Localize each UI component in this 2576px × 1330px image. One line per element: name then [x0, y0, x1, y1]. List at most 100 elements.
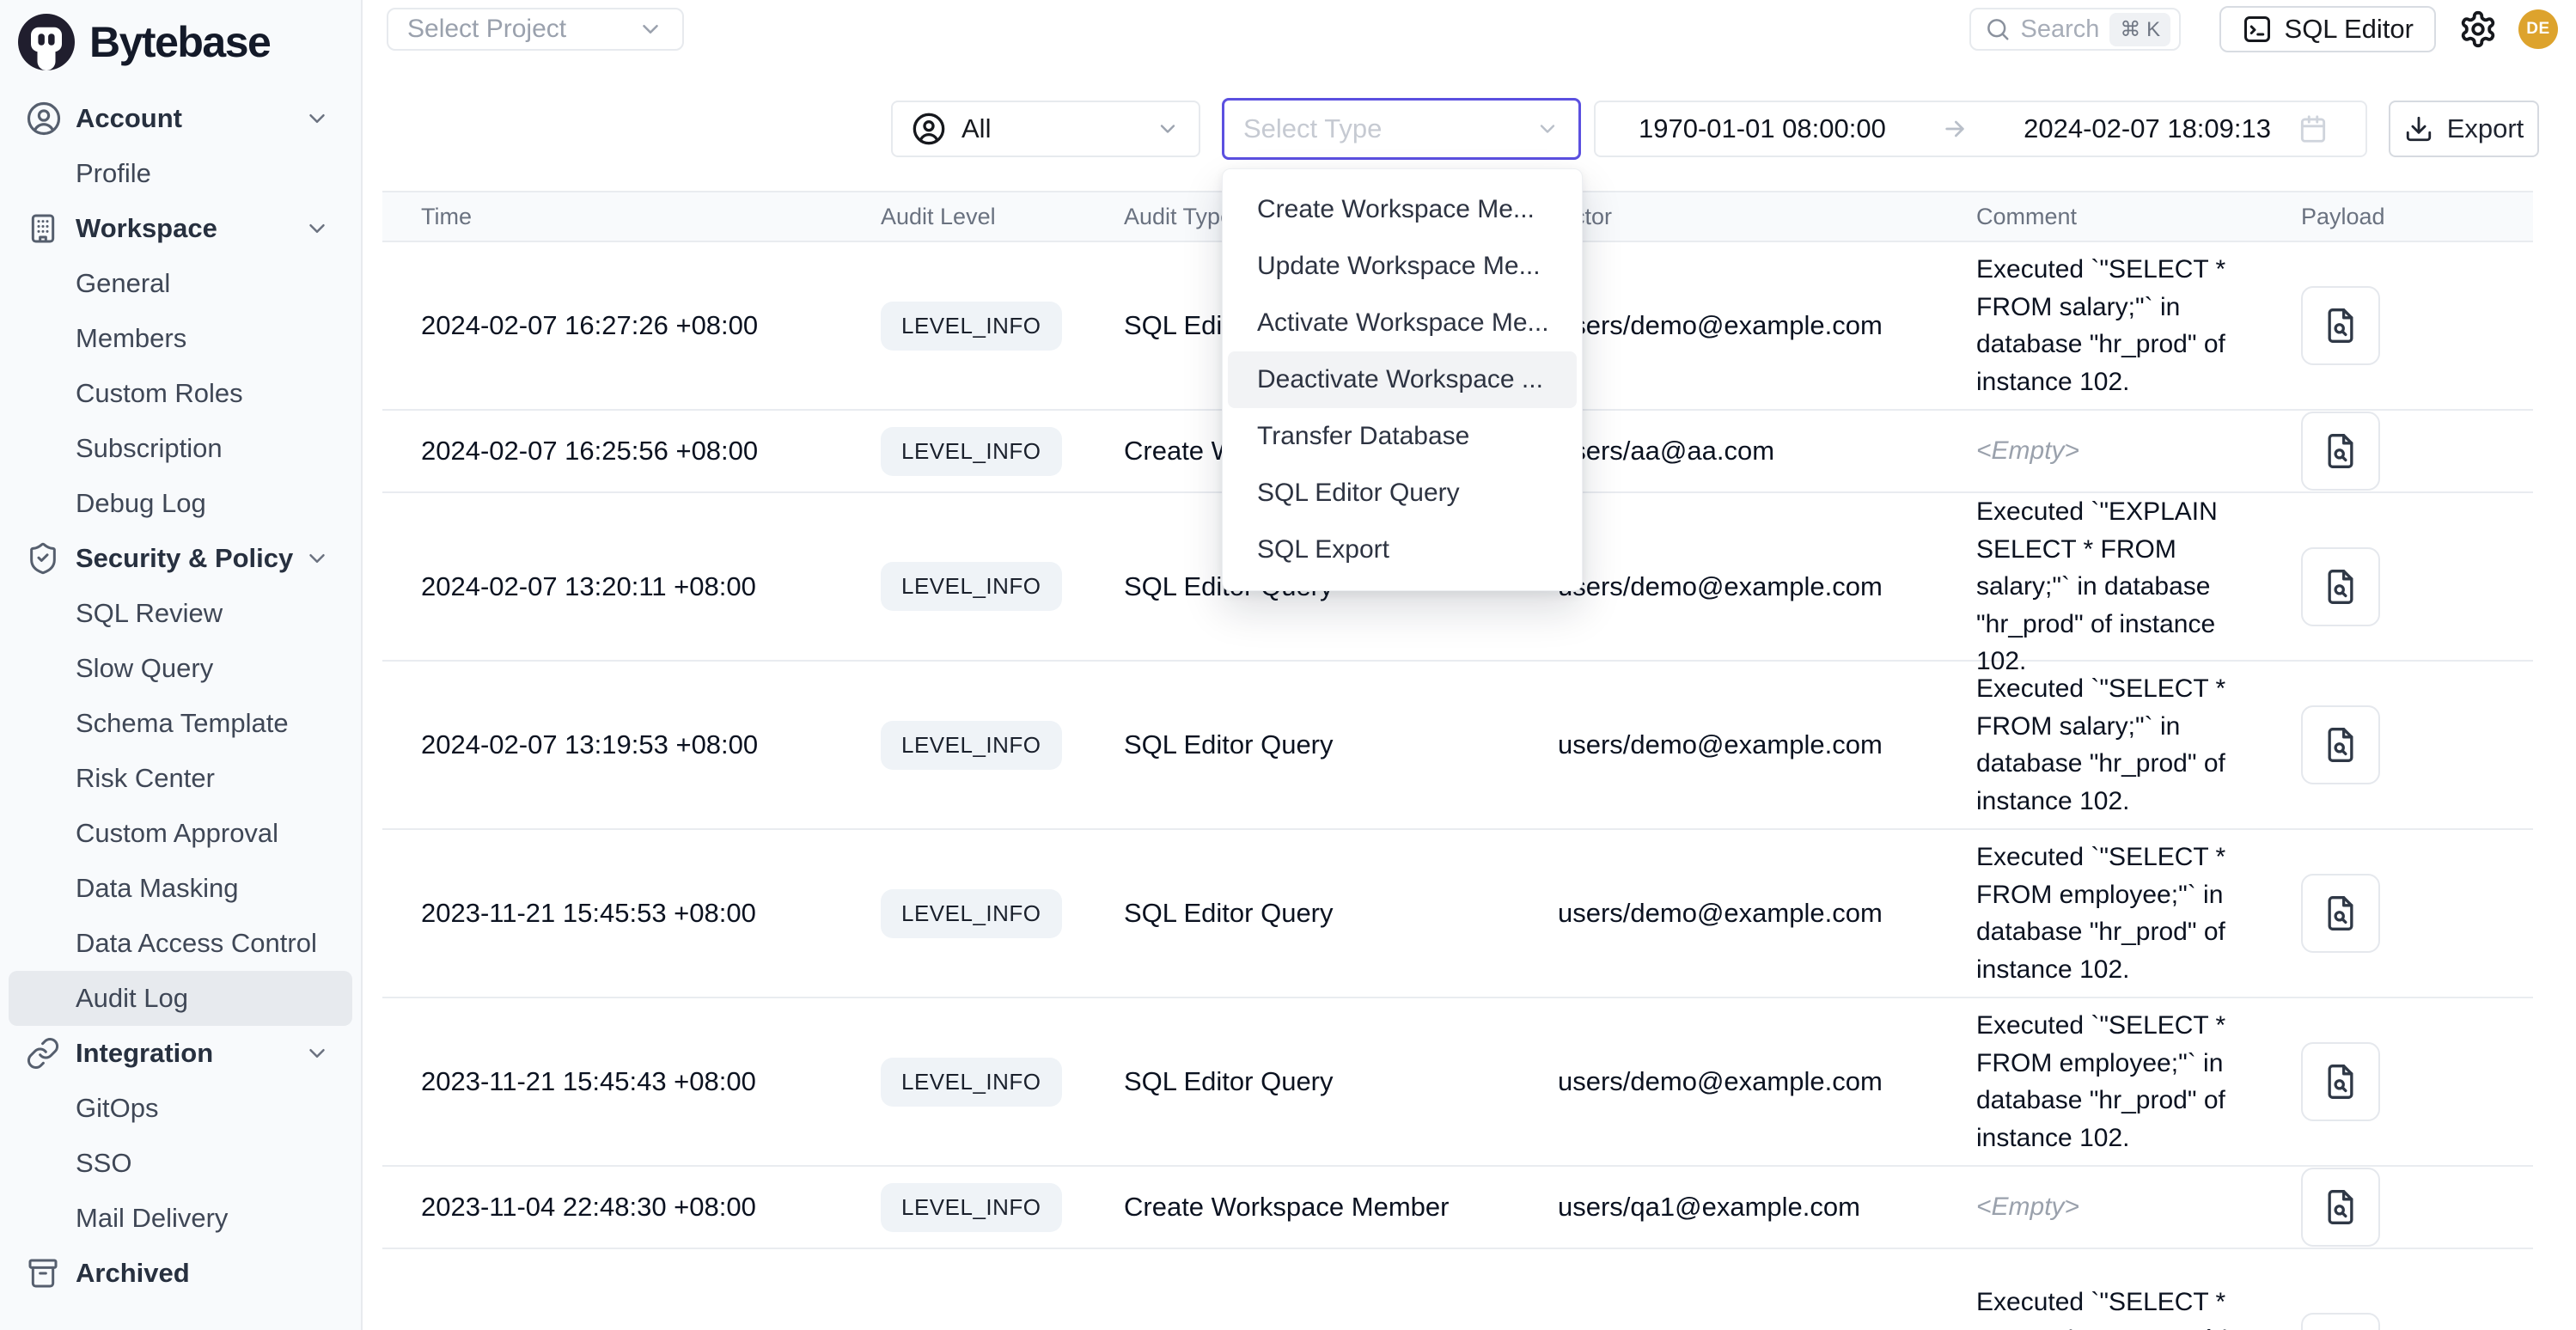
export-button[interactable]: Export: [2389, 101, 2539, 157]
menu-item-deactivate-workspace-member[interactable]: Deactivate Workspace ...: [1228, 351, 1577, 408]
sidebar-item-integration[interactable]: Integration: [9, 1026, 352, 1081]
user-circle-icon: [26, 101, 62, 137]
sidebar-item-security-policy[interactable]: Security & Policy: [9, 531, 352, 586]
actor-filter-select[interactable]: All: [891, 101, 1200, 157]
payload-view-button[interactable]: [2301, 1042, 2380, 1121]
cell-time: 2024-02-07 16:25:56 +08:00: [382, 436, 881, 467]
cell-actor: users/demo@example.com: [1538, 898, 1963, 929]
cell-actor: users/demo@example.com: [1538, 729, 1963, 760]
sidebar-item-mail-delivery[interactable]: Mail Delivery: [9, 1191, 352, 1246]
menu-item-update-workspace-member[interactable]: Update Workspace Me...: [1228, 238, 1577, 295]
audit-level-badge: LEVEL_INFO: [881, 889, 1062, 938]
file-search-icon: [2322, 894, 2359, 932]
table-row: 2023-11-21 15:45:53 +08:00 LEVEL_INFO SQ…: [382, 830, 2533, 998]
sidebar-item-slow-query[interactable]: Slow Query: [9, 641, 352, 696]
chevron-down-icon: [1535, 117, 1560, 141]
menu-item-create-workspace-member[interactable]: Create Workspace Me...: [1228, 181, 1577, 238]
sidebar-item-sql-review[interactable]: SQL Review: [9, 586, 352, 641]
date-range-picker[interactable]: 1970-01-01 08:00:00 2024-02-07 18:09:13: [1594, 101, 2367, 157]
cell-comment: Executed `"SELECT * FROM department;"` i…: [1963, 1261, 2281, 1330]
audit-level-badge: LEVEL_INFO: [881, 1183, 1062, 1232]
brand-name: Bytebase: [89, 17, 270, 67]
sidebar-item-custom-roles[interactable]: Custom Roles: [9, 366, 352, 421]
table-row: 2023-11-21 15:45:43 +08:00 LEVEL_INFO SQ…: [382, 998, 2533, 1167]
sidebar-item-risk-center[interactable]: Risk Center: [9, 751, 352, 806]
sidebar-item-data-access-control[interactable]: Data Access Control: [9, 916, 352, 971]
sidebar-item-profile[interactable]: Profile: [9, 146, 352, 201]
type-filter-menu: Create Workspace Me... Update Workspace …: [1222, 168, 1583, 591]
shield-check-icon: [26, 540, 62, 577]
col-header-audit-level: Audit Level: [881, 204, 1104, 230]
topbar: Select Project Search ⌘ K SQL Editor DE: [363, 0, 2576, 58]
sql-editor-button[interactable]: SQL Editor: [2219, 6, 2436, 52]
sidebar-item-workspace[interactable]: Workspace: [9, 201, 352, 256]
type-filter-placeholder: Select Type: [1243, 113, 1382, 144]
sidebar-item-debug-log[interactable]: Debug Log: [9, 476, 352, 531]
cell-comment: Executed `"SELECT * FROM employee;"` in …: [1963, 839, 2281, 988]
sidebar-item-sso[interactable]: SSO: [9, 1136, 352, 1191]
sidebar-item-account[interactable]: Account: [9, 91, 352, 146]
table-row: 2023-11-04 22:48:30 +08:00 LEVEL_INFO Cr…: [382, 1167, 2533, 1249]
sidebar-item-archived[interactable]: Archived: [9, 1246, 352, 1301]
sidebar-item-audit-log[interactable]: Audit Log: [9, 971, 352, 1026]
cell-comment: Executed `"SELECT * FROM salary;"` in da…: [1963, 251, 2281, 400]
cell-actor: users/qa1@example.com: [1538, 1192, 1963, 1223]
col-header-time: Time: [382, 204, 881, 230]
project-select[interactable]: Select Project: [387, 8, 684, 51]
cell-audit-type: SQL Editor Query: [1104, 1066, 1538, 1097]
chevron-down-icon: [638, 16, 663, 42]
cell-actor: users/demo@example.com: [1538, 1066, 1963, 1097]
cell-audit-type: SQL Editor Query: [1104, 898, 1538, 929]
chevron-down-icon: [304, 1040, 330, 1066]
cell-comment: Executed `"EXPLAIN SELECT * FROM salary;…: [1963, 493, 2281, 680]
col-header-comment: Comment: [1963, 204, 2281, 230]
sidebar: Bytebase Account Profile Workspace Gener…: [0, 0, 363, 1330]
payload-view-button[interactable]: [2301, 874, 2380, 953]
file-search-icon: [2322, 726, 2359, 764]
menu-item-sql-export[interactable]: SQL Export: [1228, 522, 1577, 578]
terminal-icon: [2242, 14, 2273, 45]
payload-view-button[interactable]: [2301, 547, 2380, 626]
search-placeholder: Search: [2021, 15, 2100, 44]
sidebar-item-members[interactable]: Members: [9, 311, 352, 366]
date-range-to: 2024-02-07 18:09:13: [2024, 113, 2271, 144]
gear-icon[interactable]: [2458, 9, 2498, 49]
payload-view-button[interactable]: [2301, 1313, 2380, 1330]
user-circle-icon: [912, 112, 946, 146]
cell-time: 2024-02-07 13:19:53 +08:00: [382, 729, 881, 760]
search-shortcut-badge: ⌘ K: [2109, 13, 2170, 46]
search-icon: [1985, 16, 2011, 42]
type-filter-select[interactable]: Select Type: [1222, 98, 1581, 160]
search-input[interactable]: Search ⌘ K: [1969, 8, 2181, 51]
cell-time: 2024-02-07 16:27:26 +08:00: [382, 310, 881, 341]
sidebar-item-data-masking[interactable]: Data Masking: [9, 861, 352, 916]
audit-level-badge: LEVEL_INFO: [881, 721, 1062, 770]
cell-time: 2024-02-07 13:20:11 +08:00: [382, 571, 881, 602]
cell-time: 2023-11-21 15:45:43 +08:00: [382, 1066, 881, 1097]
sidebar-item-custom-approval[interactable]: Custom Approval: [9, 806, 352, 861]
audit-level-badge: LEVEL_INFO: [881, 1058, 1062, 1107]
cell-audit-type: SQL Editor Query: [1104, 729, 1538, 760]
topbar-right: Search ⌘ K SQL Editor DE: [1969, 6, 2558, 52]
cell-time: 2023-11-04 22:48:30 +08:00: [382, 1192, 881, 1223]
sidebar-item-schema-template[interactable]: Schema Template: [9, 696, 352, 751]
payload-view-button[interactable]: [2301, 705, 2380, 784]
bytebase-audit-log-page: Bytebase Account Profile Workspace Gener…: [0, 0, 2576, 1330]
sidebar-item-gitops[interactable]: GitOps: [9, 1081, 352, 1136]
menu-item-transfer-database[interactable]: Transfer Database: [1228, 408, 1577, 465]
payload-view-button[interactable]: [2301, 412, 2380, 491]
payload-view-button[interactable]: [2301, 286, 2380, 365]
chevron-down-icon: [304, 546, 330, 571]
menu-item-activate-workspace-member[interactable]: Activate Workspace Me...: [1228, 295, 1577, 351]
bytebase-logo-icon: [15, 11, 77, 73]
audit-level-badge: LEVEL_INFO: [881, 427, 1062, 476]
menu-item-sql-editor-query[interactable]: SQL Editor Query: [1228, 465, 1577, 522]
payload-view-button[interactable]: [2301, 1168, 2380, 1247]
sidebar-item-general[interactable]: General: [9, 256, 352, 311]
cell-actor: users/demo@example.com: [1538, 310, 1963, 341]
avatar[interactable]: DE: [2518, 9, 2558, 49]
col-header-payload: Payload: [2281, 204, 2533, 230]
sidebar-item-subscription[interactable]: Subscription: [9, 421, 352, 476]
bytebase-logo[interactable]: Bytebase: [0, 0, 361, 74]
cell-audit-type: Create Workspace Member: [1104, 1192, 1538, 1223]
